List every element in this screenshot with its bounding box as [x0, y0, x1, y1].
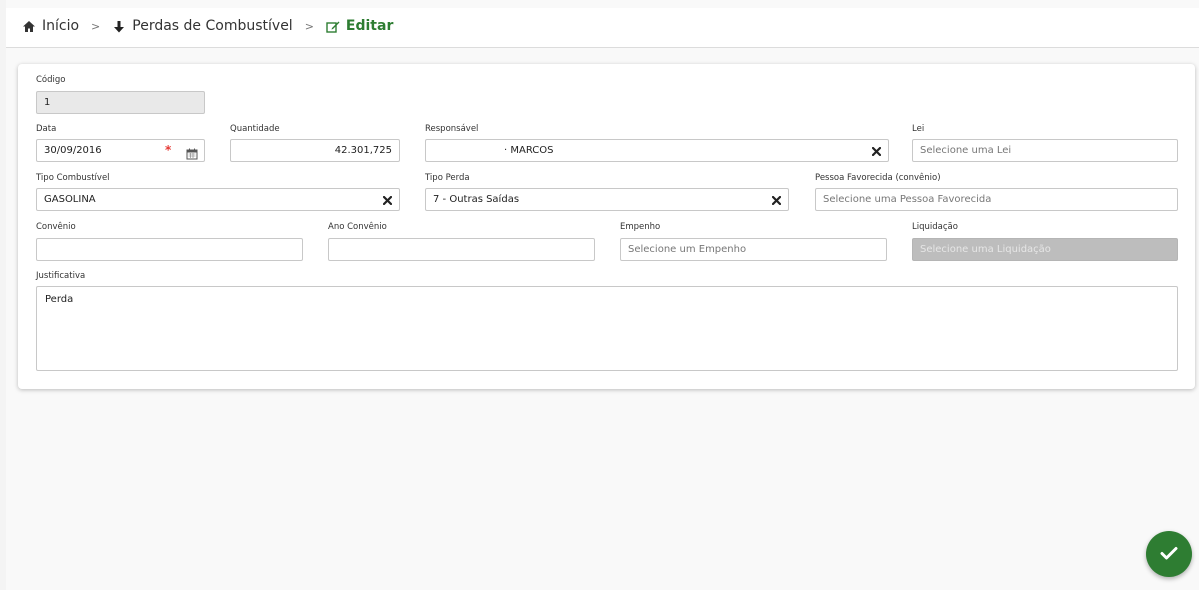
pessoa-favorecida-label: Pessoa Favorecida (convênio)	[815, 173, 941, 183]
empenho-placeholder: Selecione um Empenho	[628, 244, 747, 255]
lei-placeholder: Selecione uma Lei	[920, 145, 1012, 156]
quantidade-field[interactable]: 42.301,725	[230, 139, 400, 162]
check-icon	[1160, 545, 1178, 564]
edit-icon	[326, 19, 340, 33]
calendar-icon[interactable]	[186, 145, 198, 160]
lei-label: Lei	[912, 124, 925, 134]
confirm-button[interactable]	[1146, 531, 1192, 577]
ano-convenio-field[interactable]	[328, 238, 595, 261]
codigo-field: 1	[36, 91, 205, 114]
form-card: Código 1 Data 30/09/2016 * Quantidade 42…	[18, 64, 1195, 389]
empenho-label: Empenho	[620, 222, 661, 232]
close-icon[interactable]	[868, 143, 884, 159]
required-marker: *	[165, 143, 172, 157]
breadcrumb-home[interactable]: Início	[22, 18, 79, 34]
pessoa-favorecida-placeholder: Selecione uma Pessoa Favorecida	[823, 194, 992, 205]
ano-convenio-label: Ano Convênio	[328, 222, 387, 232]
responsavel-label: Responsável	[425, 124, 479, 134]
breadcrumb-current: Editar	[326, 18, 393, 34]
tipo-perda-value: 7 - Outras Saídas	[433, 194, 520, 205]
arrow-down-icon	[112, 19, 126, 33]
breadcrumb-home-label: Início	[42, 18, 80, 34]
responsavel-value: · MARCOS	[504, 145, 554, 156]
breadcrumb-section-label: Perdas de Combustível	[132, 18, 293, 34]
justificativa-label: Justificativa	[36, 271, 86, 281]
home-icon	[22, 19, 36, 33]
breadcrumb-separator-icon: >	[304, 19, 314, 33]
quantidade-value: 42.301,725	[334, 145, 392, 156]
codigo-label: Código	[36, 75, 66, 85]
tipo-perda-label: Tipo Perda	[425, 173, 470, 183]
empenho-select[interactable]: Selecione um Empenho	[620, 238, 887, 261]
justificativa-value: Perda	[45, 294, 74, 305]
liquidacao-select: Selecione uma Liquidação	[912, 238, 1178, 261]
convenio-field[interactable]	[36, 238, 303, 261]
tipo-combustivel-value: GASOLINA	[44, 194, 96, 205]
close-icon[interactable]	[379, 192, 395, 208]
liquidacao-label: Liquidação	[912, 222, 958, 232]
breadcrumb-current-label: Editar	[345, 18, 394, 34]
liquidacao-placeholder: Selecione uma Liquidação	[920, 244, 1051, 255]
data-label: Data	[36, 124, 57, 134]
data-field[interactable]: 30/09/2016	[36, 139, 205, 162]
tipo-combustivel-select[interactable]: GASOLINA	[36, 188, 400, 211]
codigo-value: 1	[44, 97, 51, 108]
breadcrumb: Início > Perdas de Combustível > Editar	[22, 18, 393, 34]
convenio-label: Convênio	[36, 222, 76, 232]
top-bar: Início > Perdas de Combustível > Editar	[6, 8, 1199, 48]
close-icon[interactable]	[768, 192, 784, 208]
tipo-perda-select[interactable]: 7 - Outras Saídas	[425, 188, 789, 211]
justificativa-textarea[interactable]: Perda	[36, 286, 1178, 371]
lei-select[interactable]: Selecione uma Lei	[912, 139, 1178, 162]
pessoa-favorecida-select[interactable]: Selecione uma Pessoa Favorecida	[815, 188, 1178, 211]
data-value: 30/09/2016	[44, 145, 102, 156]
breadcrumb-separator-icon: >	[91, 19, 101, 33]
breadcrumb-section[interactable]: Perdas de Combustível	[112, 18, 293, 34]
quantidade-label: Quantidade	[230, 124, 280, 134]
responsavel-select[interactable]: · MARCOS	[425, 139, 889, 162]
tipo-combustivel-label: Tipo Combustível	[36, 173, 110, 183]
